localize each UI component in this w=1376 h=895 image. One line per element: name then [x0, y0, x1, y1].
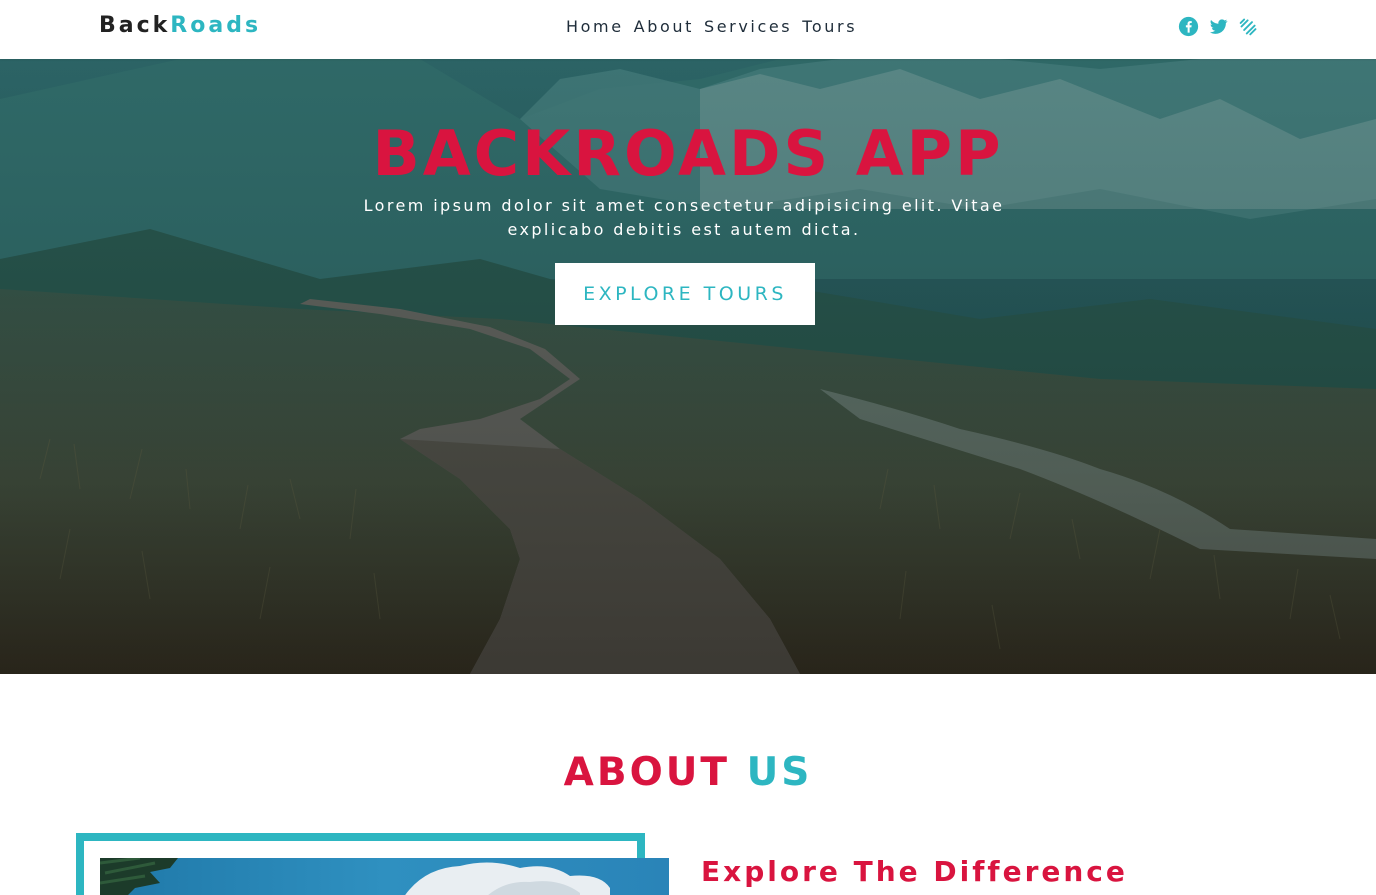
nav-link-tours[interactable]: Tours	[802, 17, 857, 36]
nav-link-home[interactable]: Home	[566, 17, 624, 36]
brand-logo-part2: Roads	[170, 13, 262, 38]
navbar: BackRoads Home About Services Tours	[0, 0, 1376, 59]
about-section-title: ABOUT US	[0, 750, 1376, 795]
explore-tours-button[interactable]: EXPLORE TOURS	[555, 263, 815, 325]
about-title-part1: ABOUT	[563, 750, 730, 795]
hero-title: BACKROADS APP	[372, 117, 1004, 190]
twitter-icon[interactable]	[1208, 16, 1229, 37]
nav-link-about[interactable]: About	[634, 17, 694, 36]
facebook-icon[interactable]	[1178, 16, 1199, 37]
about-title-part2: US	[746, 750, 813, 795]
hero-section: BACKROADS APP Lorem ipsum dolor sit amet…	[0, 59, 1376, 674]
nav-link-services[interactable]: Services	[704, 17, 792, 36]
hero-subtitle: Lorem ipsum dolor sit amet consectetur a…	[363, 196, 1005, 239]
brand-logo[interactable]: BackRoads	[99, 13, 261, 38]
nav-links: Home About Services Tours	[566, 17, 857, 36]
about-image	[100, 858, 669, 895]
social-icons	[1178, 16, 1259, 37]
brand-logo-part1: Back	[99, 13, 171, 38]
squarespace-icon[interactable]	[1238, 16, 1259, 37]
about-subtitle: Explore The Difference	[701, 855, 1128, 888]
